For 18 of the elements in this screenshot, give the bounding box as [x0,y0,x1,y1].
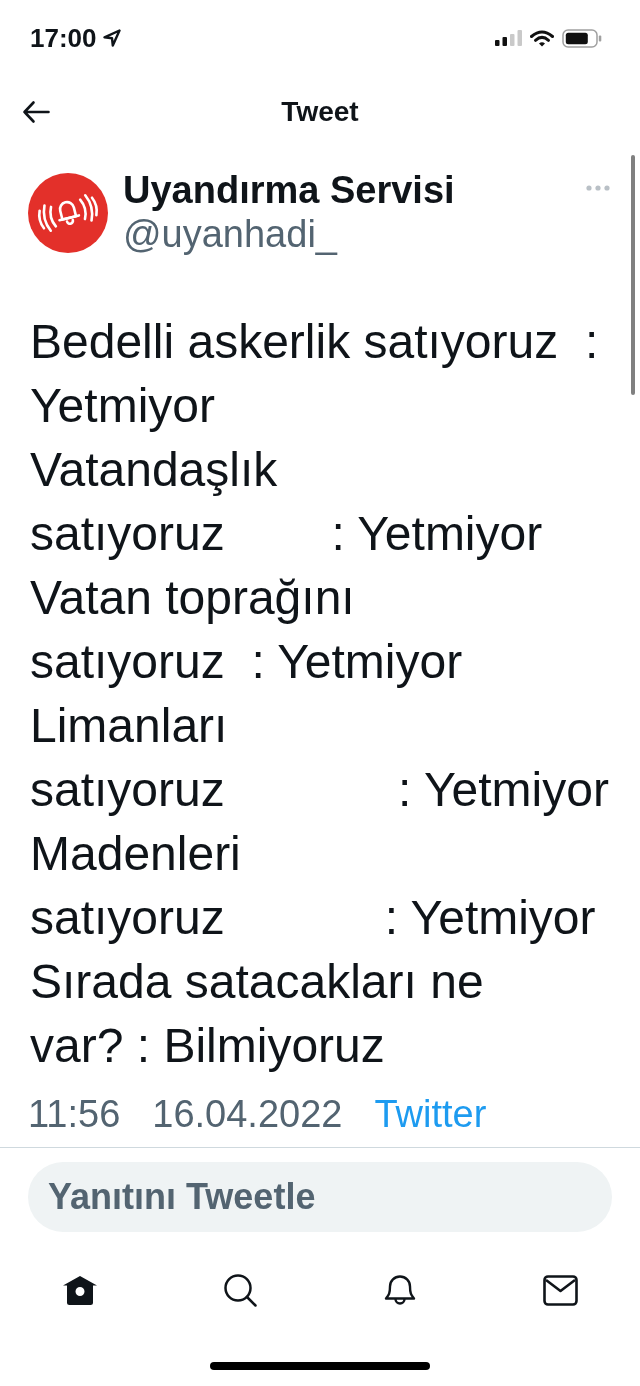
location-arrow-icon [102,29,121,47]
tweet-time: 11:56 [28,1094,121,1136]
author-name[interactable]: Uyandırma Servisi [123,168,455,212]
search-icon[interactable] [223,1273,257,1307]
reply-field[interactable]: Yanıtını Tweetle [28,1162,612,1232]
wifi-icon [530,29,554,47]
tweet-text: Bedelli askerlik satıyoruz : Yetmiyor Vatandaşlık satıyoruz : Yetmiyor Vatan toprağını satıyoruz : Yetmiyor Limanları satıyoruz : Yetmiyor Madenleri satıyoruz : Yetmiyor Sırada satacakları ne var? : Bilmiyoruz [30,314,609,1074]
signal-icon [495,30,522,46]
author-handle[interactable]: @uyanhadi_ [123,212,337,256]
header-title: Tweet [281,95,359,129]
bell-icon[interactable] [383,1273,417,1307]
status-time: 17:00 [30,25,97,51]
battery-icon [562,28,602,48]
back-arrow-icon[interactable] [22,100,50,124]
home-icon[interactable] [62,1274,98,1306]
bell-logo-icon[interactable] [28,173,108,253]
mail-icon[interactable] [542,1274,578,1306]
tweet-date: 16.04.2022 [152,1094,343,1136]
